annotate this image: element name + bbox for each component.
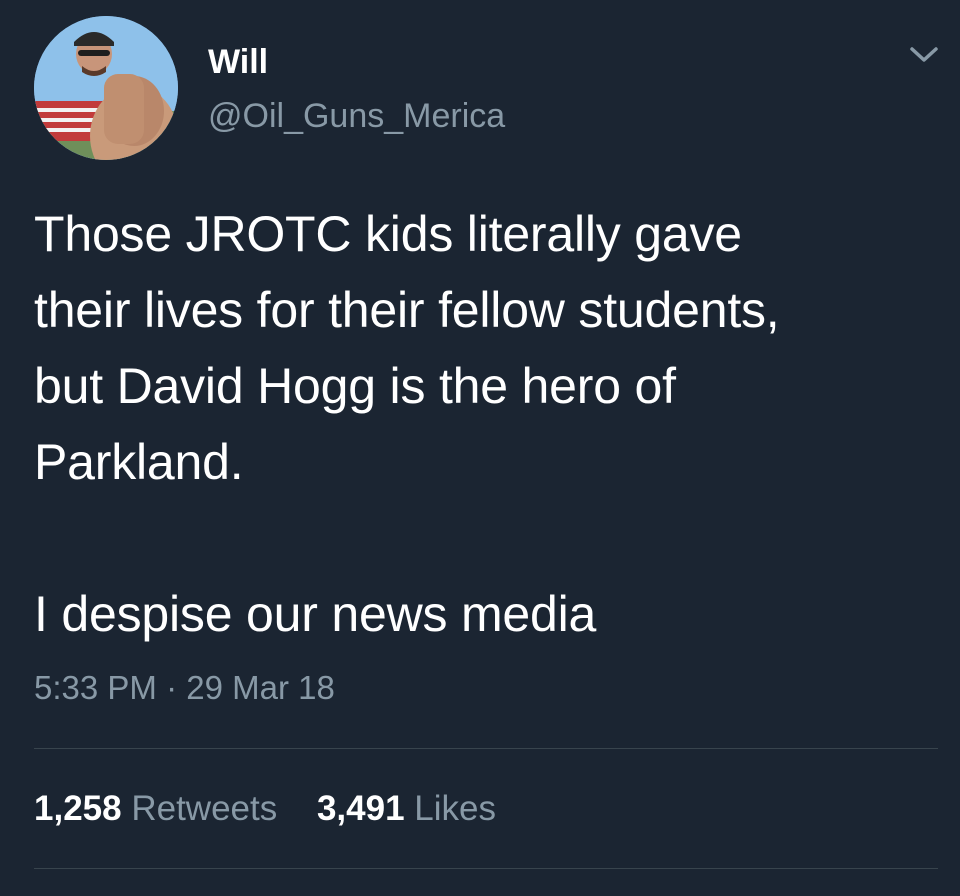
tweet-card: Will @Oil_Guns_Merica Those JROTC kids l… — [0, 0, 960, 896]
tweet-line: but David Hogg is the hero of — [34, 358, 676, 414]
tweet-line: Parkland. — [34, 434, 244, 490]
tweet-line: I despise our news media — [34, 586, 597, 642]
likes-stat[interactable]: 3,491 Likes — [317, 789, 496, 828]
likes-label: Likes — [414, 789, 497, 828]
retweets-count: 1,258 — [34, 789, 122, 828]
tweet-line: their lives for their fellow students, — [34, 282, 780, 338]
chevron-down-icon — [910, 47, 938, 62]
tweet-stats: 1,258 Retweets 3,491 Likes — [34, 786, 526, 832]
user-handle[interactable]: @Oil_Guns_Merica — [208, 96, 505, 136]
retweets-stat[interactable]: 1,258 Retweets — [34, 789, 287, 828]
likes-count: 3,491 — [316, 789, 405, 828]
tweet-text: Those JROTC kids literally gave their li… — [34, 196, 944, 652]
display-name[interactable]: Will — [208, 42, 268, 82]
avatar[interactable] — [34, 16, 178, 160]
tweet-line: Those JROTC kids literally gave — [34, 206, 742, 262]
divider — [34, 748, 938, 749]
tweet-timestamp[interactable]: 5:33 PM · 29 Mar 18 — [34, 666, 335, 710]
profile-photo-icon — [34, 16, 178, 160]
tweet-menu-button[interactable] — [904, 40, 944, 68]
retweets-label: Retweets — [131, 789, 278, 828]
divider — [34, 868, 938, 869]
